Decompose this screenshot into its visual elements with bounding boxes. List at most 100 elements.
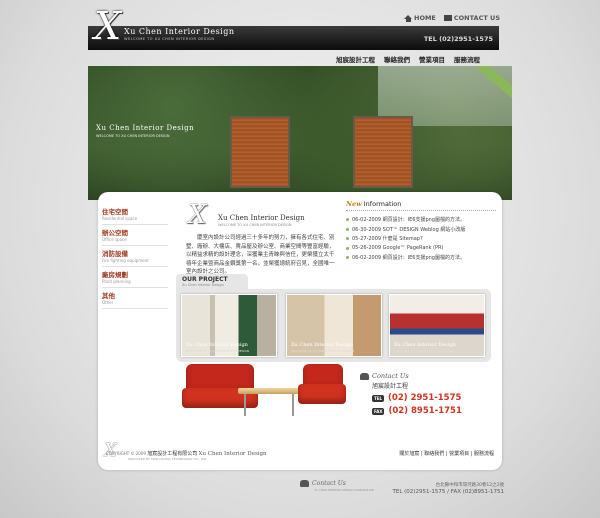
project-gallery: Xu Chen Interior Design WELCOME TO XU CH…: [176, 289, 491, 362]
contact-us-link[interactable]: CONTACT US: [443, 14, 500, 22]
coffee-table-leg: [244, 394, 246, 416]
project-thumb[interactable]: Xu Chen Interior Design WELCOME TO XU CH…: [181, 294, 277, 357]
news-item-text: 05-27-2009 什麼是 Sitemap?: [352, 236, 423, 243]
coffee-table-image: [238, 388, 300, 394]
news-heading-label: Information: [363, 200, 402, 208]
sidebar-item-office[interactable]: 辦公空間 Office space: [102, 225, 168, 246]
intro-logo: X: [188, 200, 207, 230]
news-item[interactable]: 05-27-2009 什麼是 Sitemap?: [346, 234, 496, 244]
home-link-label: HOME: [414, 14, 436, 22]
contact-company: 旭宸設計工程: [372, 383, 409, 390]
news-item[interactable]: 06-02-2009 網頁設計：IE6支援png圖檔的方法。: [346, 215, 496, 225]
sidebar: 住宅空間 Residential space 辦公空間 Office space…: [102, 204, 168, 309]
project-thumb-caption: Xu Chen Interior Design: [394, 342, 456, 348]
sidebar-item-plant[interactable]: 廠房規劃 Plant planning: [102, 267, 168, 288]
brand-title[interactable]: Xu Chen Interior Design: [124, 27, 235, 36]
news-item-text: 06-02-2009 網頁設計：IE6支援png圖檔的方法。: [352, 255, 465, 262]
project-tab-subtitle: Xu Chen Interior Design: [182, 283, 224, 287]
sidebar-item-fire[interactable]: 消防設備 Fire fighting equipment: [102, 246, 168, 267]
news-item[interactable]: 06-30-2009 SOT™ DESIGN Weblog 網站小改版: [346, 225, 496, 235]
bottom-tel-fax: TEL (02)2951-1575 / FAX (02)8951-1751: [392, 489, 504, 495]
contact-box: Contact Us 旭宸設計工程 TEL (02) 2951-1575 FAX…: [360, 372, 500, 416]
sidebar-item-label: 廠房規劃: [102, 271, 128, 279]
footer-nav[interactable]: 關於旭宸 | 聯絡我們 | 營業項目 | 服務流程: [399, 450, 494, 457]
hero-subtitle: WELCOME TO XU CHEN INTERIOR DESIGN: [96, 134, 170, 138]
bullet-icon: [346, 227, 349, 231]
copyright-text: COPYRIGHT © 2009: [106, 451, 146, 456]
intro-subtitle: WELCOME TO XU CHEN INTERIOR DESIGN: [218, 223, 292, 227]
project-thumb-sub: WELCOME TO XU CHEN INTERIOR DESIGN: [394, 349, 458, 353]
sidebar-item-label: 其他: [102, 292, 115, 300]
news-item-text: 06-02-2009 網頁設計：IE6支援png圖檔的方法。: [352, 217, 465, 224]
sidebar-item-sub: Office space: [102, 237, 127, 242]
brand-subtitle: WELCOME TO XU CHEN INTERIOR DESIGN: [124, 37, 215, 41]
coffee-table-leg: [292, 394, 294, 416]
main-nav: 旭宸設計工程 聯絡我們 營業項目 服務流程: [336, 54, 480, 64]
bullet-icon: [346, 218, 349, 222]
footer-brand: Xu Chen Interior Design: [198, 451, 267, 457]
content-panel: 住宅空間 Residential space 辦公空間 Office space…: [98, 192, 502, 470]
contact-heading-row: Contact Us: [360, 372, 500, 380]
news-heading: New Information: [346, 200, 496, 211]
sidebar-item-label: 住宅空間: [102, 208, 128, 216]
news-heading-new: New: [346, 200, 362, 208]
contact-tel-row: TEL (02) 2951-1575: [372, 393, 500, 403]
news-item[interactable]: 06-02-2009 網頁設計：IE6支援png圖檔的方法。: [346, 253, 496, 263]
sidebar-item-other[interactable]: 其他 Other: [102, 288, 168, 309]
nav-item-company[interactable]: 旭宸設計工程: [336, 54, 375, 64]
bottom-contact-heading: Contact Us: [312, 480, 346, 487]
contact-heading: Contact Us: [372, 372, 409, 380]
phone-icon: [300, 480, 309, 487]
project-thumb-caption: Xu Chen Interior Design: [186, 342, 248, 348]
phone-icon: [360, 372, 369, 380]
bottom-contact-sub: XU CHEN INTERIOR DESIGN CORPORATION: [314, 488, 374, 492]
logo-mark[interactable]: X: [94, 4, 130, 48]
hero-door-right: [353, 116, 413, 188]
bottom-contact-heading-row: Contact Us: [300, 480, 346, 487]
home-link[interactable]: HOME: [404, 14, 436, 22]
footer-produced: PRODUCED BY STAR DIGITAL TECHNOLOGY CO.,…: [128, 457, 208, 461]
project-thumb-sub: WELCOME TO XU CHEN INTERIOR DESIGN: [291, 349, 355, 353]
home-icon: [404, 14, 412, 22]
fax-tag: FAX: [372, 407, 385, 415]
project-thumb[interactable]: Xu Chen Interior Design WELCOME TO XU CH…: [286, 294, 382, 357]
intro-text: 慶室內設計公司經過三十多年的努力，擁有各式住宅、別墅、廠辦、大樓店、賣品屋及辦公…: [186, 235, 335, 275]
tel-tag: TEL: [372, 394, 385, 402]
project-thumb-sub: WELCOME TO XU CHEN INTERIOR DESIGN: [186, 349, 250, 353]
nav-item-contact[interactable]: 聯絡我們: [384, 54, 410, 64]
bullet-icon: [346, 237, 349, 241]
news-item[interactable]: 05-26-2009 Google™ PageRank (PR): [346, 244, 496, 254]
sidebar-item-label: 消防設備: [102, 250, 128, 258]
nav-item-services[interactable]: 營業項目: [419, 54, 445, 64]
bullet-icon: [346, 256, 349, 260]
contact-tel[interactable]: (02) 2951-1575: [388, 393, 461, 403]
contact-fax: (02) 8951-1751: [388, 406, 462, 416]
sidebar-item-residential[interactable]: 住宅空間 Residential space: [102, 204, 168, 225]
project-tab-title: OUR PROJECT: [182, 276, 228, 283]
contact-us-link-label: CONTACT US: [453, 14, 500, 22]
header-tel: TEL (02)2951-1575: [423, 35, 493, 43]
bottom-address: 台北縣中和市環河路30巷12之2號: [435, 483, 504, 488]
hero-door-left: [230, 116, 290, 188]
top-links: HOME CONTACT US: [404, 14, 500, 22]
armchair-seat-image: [298, 384, 346, 404]
sidebar-item-sub: Other: [102, 300, 114, 305]
sidebar-item-sub: Plant planning: [102, 279, 131, 284]
sidebar-item-label: 辦公空間: [102, 229, 128, 237]
project-tab: OUR PROJECT Xu Chen Interior Design: [176, 274, 248, 290]
nav-item-process[interactable]: 服務流程: [454, 54, 480, 64]
page-wrapper: TEL (02)2951-1575 X Xu Chen Interior Des…: [88, 0, 512, 518]
news-item-text: 06-30-2009 SOT™ DESIGN Weblog 網站小改版: [352, 226, 466, 233]
mail-icon: [443, 15, 452, 21]
hero-banner: Xu Chen Interior Design WELCOME TO XU CH…: [88, 66, 512, 200]
news-panel: New Information 06-02-2009 網頁設計：IE6支援png…: [346, 200, 496, 263]
hero-title: Xu Chen Interior Design: [96, 124, 195, 132]
intro-title: Xu Chen Interior Design: [218, 214, 305, 222]
project-thumb[interactable]: Xu Chen Interior Design WELCOME TO XU CH…: [389, 294, 485, 357]
news-item-text: 05-26-2009 Google™ PageRank (PR): [352, 245, 444, 252]
sidebar-item-sub: Fire fighting equipment: [102, 258, 149, 263]
footer-copyright: COPYRIGHT © 2009 旭宸設計工程有限公司 Xu Chen Inte…: [106, 450, 267, 457]
bullet-icon: [346, 246, 349, 250]
contact-fax-row: FAX (02) 8951-1751: [372, 406, 500, 416]
sidebar-item-sub: Residential space: [102, 216, 138, 221]
